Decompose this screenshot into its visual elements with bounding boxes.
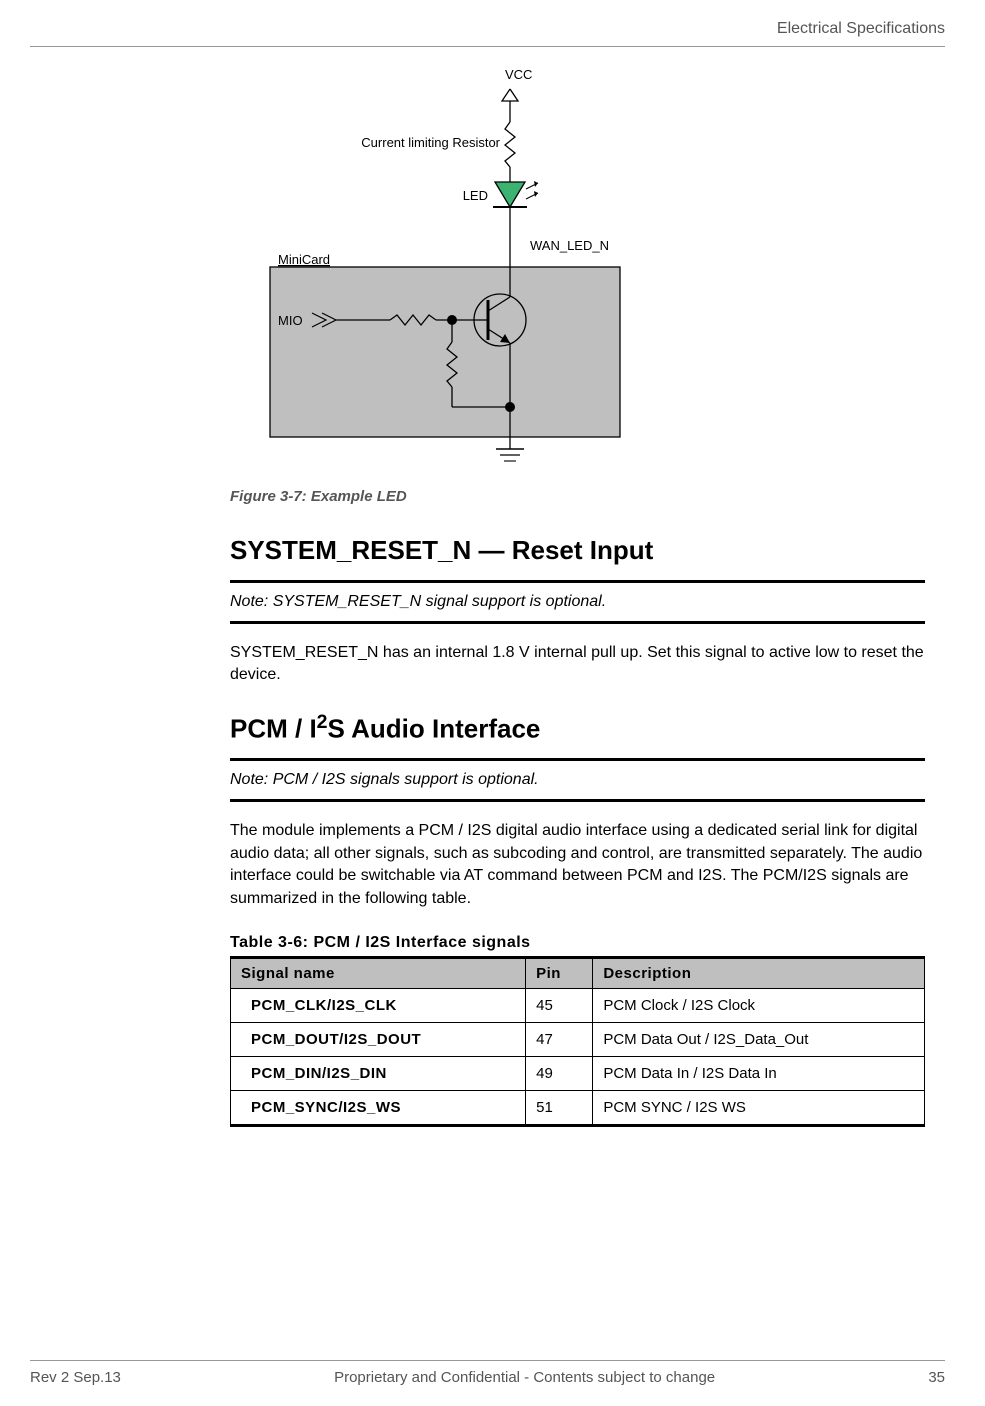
body-system-reset: SYSTEM_RESET_N has an internal 1.8 V int… <box>230 642 925 687</box>
led-label: LED <box>463 188 488 203</box>
cell-pin: 51 <box>526 1091 593 1126</box>
section-title: Electrical Specifications <box>777 20 945 37</box>
heading-pcm-i2s: PCM / I2S Audio Interface <box>230 711 925 745</box>
mio-label: MIO <box>278 313 303 328</box>
th-signal: Signal name <box>231 958 526 989</box>
cell-pin: 45 <box>526 989 593 1023</box>
heading-sup: 2 <box>317 711 328 733</box>
wan-label: WAN_LED_N <box>530 238 609 253</box>
figure-caption: Figure 3-7: Example LED <box>230 488 925 505</box>
cell-name: PCM_CLK/I2S_CLK <box>231 989 526 1023</box>
cell-desc: PCM SYNC / I2S WS <box>593 1091 925 1126</box>
table-row: PCM_DIN/I2S_DIN 49 PCM Data In / I2S Dat… <box>231 1057 925 1091</box>
resistor-label: Current limiting Resistor <box>361 135 500 150</box>
minicard-label: MiniCard <box>278 252 330 267</box>
cell-name: PCM_DIN/I2S_DIN <box>231 1057 526 1091</box>
page-footer: Rev 2 Sep.13 Proprietary and Confidentia… <box>30 1360 945 1386</box>
body-pcm: The module implements a PCM / I2S digita… <box>230 820 925 910</box>
cell-pin: 49 <box>526 1057 593 1091</box>
footer-left: Rev 2 Sep.13 <box>30 1369 121 1386</box>
cell-pin: 47 <box>526 1023 593 1057</box>
table-row: PCM_DOUT/I2S_DOUT 47 PCM Data Out / I2S_… <box>231 1023 925 1057</box>
heading-pre: PCM / I <box>230 713 317 743</box>
signals-table: Signal name Pin Description PCM_CLK/I2S_… <box>230 956 925 1127</box>
table-header-row: Signal name Pin Description <box>231 958 925 989</box>
table-title: Table 3-6: PCM / I2S Interface signals <box>230 934 925 952</box>
page-header: Electrical Specifications <box>30 20 945 47</box>
cell-name: PCM_DOUT/I2S_DOUT <box>231 1023 526 1057</box>
th-pin: Pin <box>526 958 593 989</box>
cell-desc: PCM Data In / I2S Data In <box>593 1057 925 1091</box>
circuit-diagram: VCC Current limiting Resistor LED WAN_LE… <box>230 67 925 482</box>
cell-desc: PCM Clock / I2S Clock <box>593 989 925 1023</box>
footer-center: Proprietary and Confidential - Contents … <box>121 1369 928 1386</box>
footer-right: 35 <box>928 1369 945 1386</box>
cell-name: PCM_SYNC/I2S_WS <box>231 1091 526 1126</box>
table-row: PCM_SYNC/I2S_WS 51 PCM SYNC / I2S WS <box>231 1091 925 1126</box>
table-row: PCM_CLK/I2S_CLK 45 PCM Clock / I2S Clock <box>231 989 925 1023</box>
th-desc: Description <box>593 958 925 989</box>
note-pcm: Note: PCM / I2S signals support is optio… <box>230 758 925 802</box>
vcc-label: VCC <box>505 67 532 82</box>
content-area: VCC Current limiting Resistor LED WAN_LE… <box>230 67 925 1127</box>
heading-system-reset: SYSTEM_RESET_N — Reset Input <box>230 535 925 566</box>
heading-post: S Audio Interface <box>328 713 541 743</box>
cell-desc: PCM Data Out / I2S_Data_Out <box>593 1023 925 1057</box>
note-system-reset: Note: SYSTEM_RESET_N signal support is o… <box>230 580 925 624</box>
